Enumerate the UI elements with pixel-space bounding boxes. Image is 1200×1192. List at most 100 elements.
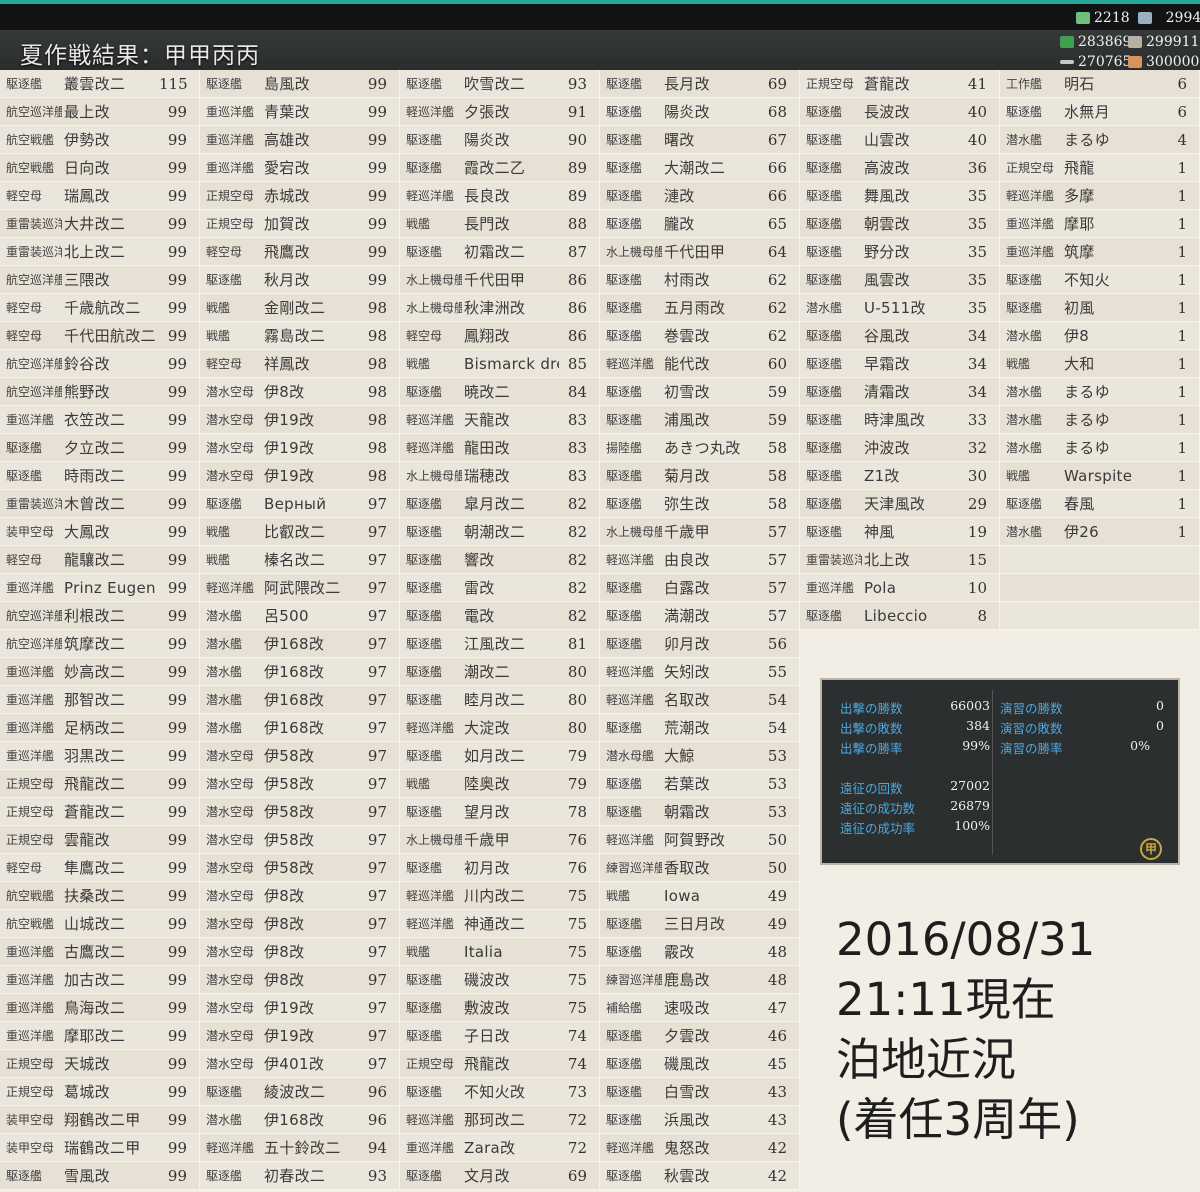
ship-name: 那珂改二: [464, 1111, 526, 1129]
ship-cell: [1000, 574, 1200, 602]
note-caption: 泊地近況: [836, 1033, 1017, 1086]
ship-type: 駆逐艦: [406, 749, 443, 763]
ship-type: 駆逐艦: [606, 609, 643, 623]
ship-type: 水上機母艦: [406, 469, 462, 483]
ship-name: 葛城改: [64, 1083, 110, 1101]
ship-type: 戦艦: [406, 945, 431, 959]
ship-cell: 重巡洋艦 妙高改二 99: [0, 658, 200, 686]
stat-sortie-rate: 出撃の勝率 99%: [840, 738, 990, 756]
ship-cell: 重巡洋艦 摩耶改二 99: [0, 1022, 200, 1050]
ship-cell: 駆逐艦 敷波改 75: [400, 994, 600, 1022]
ship-type: 戦艦: [206, 525, 231, 539]
ship-type: 軽巡洋艦: [406, 441, 455, 455]
ship-cell: 航空巡洋艦 最上改 99: [0, 98, 200, 126]
ship-cell: 駆逐艦 磯風改 45: [600, 1050, 800, 1078]
ship-type: 正規空母: [406, 1057, 455, 1071]
ship-level: 35: [967, 242, 987, 261]
ship-level: 99: [167, 186, 187, 205]
ship-cell: 重雷装巡洋艦大井改二 99: [0, 210, 200, 238]
ship-type: 駆逐艦: [406, 609, 443, 623]
ship-level: 97: [367, 550, 387, 569]
ship-level: 99: [167, 1054, 187, 1073]
ship-type: 駆逐艦: [606, 77, 643, 91]
ship-level: 58: [767, 438, 787, 457]
ship-name: 谷風改: [864, 327, 910, 345]
ship-type: 駆逐艦: [206, 1085, 243, 1099]
ship-name: 伊8改: [264, 915, 305, 933]
ship-name: 五月雨改: [664, 299, 726, 317]
ship-name: 伊58改: [264, 775, 315, 793]
ship-type: 駆逐艦: [206, 1169, 243, 1183]
ship-level: 87: [567, 242, 587, 261]
ship-level: 4: [1177, 130, 1187, 149]
ship-level: 35: [967, 186, 987, 205]
ship-cell: 重巡洋艦 鳥海改二 99: [0, 994, 200, 1022]
ship-level: 57: [767, 550, 787, 569]
ship-name: 伊58改: [264, 803, 315, 821]
ship-name: 飛龍: [1064, 159, 1095, 177]
ship-cell: 駆逐艦 浜風改 43: [600, 1106, 800, 1134]
ship-level: 99: [367, 214, 387, 233]
ship-type: 正規空母: [6, 777, 55, 791]
ship-level: 1: [1177, 410, 1187, 429]
ship-level: 98: [367, 298, 387, 317]
ship-type: 駆逐艦: [606, 105, 643, 119]
ship-cell: 正規空母 蒼龍改 41: [800, 70, 1000, 98]
ship-cell: 軽空母 飛鷹改 99: [200, 238, 400, 266]
ship-cell: 航空巡洋艦 鈴谷改 99: [0, 350, 200, 378]
ship-type: 駆逐艦: [406, 553, 443, 567]
ship-level: 89: [567, 186, 587, 205]
ship-type: 重巡洋艦: [1006, 245, 1055, 259]
ship-name: 隼鷹改二: [64, 859, 126, 877]
ship-type: 駆逐艦: [806, 245, 843, 259]
ship-level: 99: [367, 74, 387, 93]
ship-level: 1: [1177, 242, 1187, 261]
bauxite-icon: [1128, 56, 1142, 68]
ship-name: 伊58改: [264, 747, 315, 765]
ship-cell: 駆逐艦 霰改 48: [600, 938, 800, 966]
ship-type: 駆逐艦: [406, 1169, 443, 1183]
ship-type: 戦艦: [1006, 469, 1031, 483]
ship-type: 潜水空母: [206, 945, 255, 959]
ship-level: 49: [767, 914, 787, 933]
ship-cell: 駆逐艦 朝潮改二 82: [400, 518, 600, 546]
ship-level: 10: [967, 578, 987, 597]
ship-cell: 駆逐艦 雪風改 99: [0, 1162, 200, 1190]
ship-name: 飛龍改二: [64, 775, 126, 793]
ship-name: 磯風改: [664, 1055, 710, 1073]
ship-level: 29: [967, 494, 987, 513]
ship-type: 軽巡洋艦: [606, 553, 655, 567]
ship-cell: 正規空母 雲龍改 99: [0, 826, 200, 854]
ship-level: 93: [367, 1166, 387, 1185]
ship-name: 初春改二: [264, 1167, 326, 1185]
ship-cell: 駆逐艦 如月改二 79: [400, 742, 600, 770]
ship-name: 朧改: [664, 215, 695, 233]
ship-name: 大和: [1064, 355, 1095, 373]
ship-name: 神風: [864, 523, 895, 541]
ship-type: 潜水空母: [206, 469, 255, 483]
ship-level: 97: [367, 886, 387, 905]
ship-type: 軽巡洋艦: [406, 917, 455, 931]
ship-name: 不知火改: [464, 1083, 526, 1101]
ship-cell: 駆逐艦 舞風改 35: [800, 182, 1000, 210]
ship-name: Bismarck drei: [464, 354, 559, 373]
ship-level: 97: [367, 942, 387, 961]
ship-type: 重巡洋艦: [206, 105, 255, 119]
ship-type: 揚陸艦: [606, 441, 643, 455]
ship-cell: 潜水艦 伊168改 97: [200, 714, 400, 742]
ship-type: 駆逐艦: [1006, 497, 1043, 511]
ship-level: 97: [367, 718, 387, 737]
ship-level: 75: [567, 942, 587, 961]
ship-type: 潜水空母: [206, 833, 255, 847]
date-note: 2016/08/31 21:11現在 泊地近況 (着任3周年): [836, 910, 1095, 1150]
ship-cell: 軽空母 隼鷹改二 99: [0, 854, 200, 882]
ship-cell: 駆逐艦 暁改二 84: [400, 378, 600, 406]
ship-level: 30: [967, 466, 987, 485]
ship-name: 伊8改: [264, 887, 305, 905]
ship-type: 駆逐艦: [406, 1001, 443, 1015]
ship-level: 82: [567, 494, 587, 513]
ship-name: 早霜改: [864, 355, 910, 373]
ship-type: 戦艦: [406, 217, 431, 231]
ship-type: 航空巡洋艦: [6, 637, 62, 651]
ship-name: 衣笠改二: [64, 411, 126, 429]
